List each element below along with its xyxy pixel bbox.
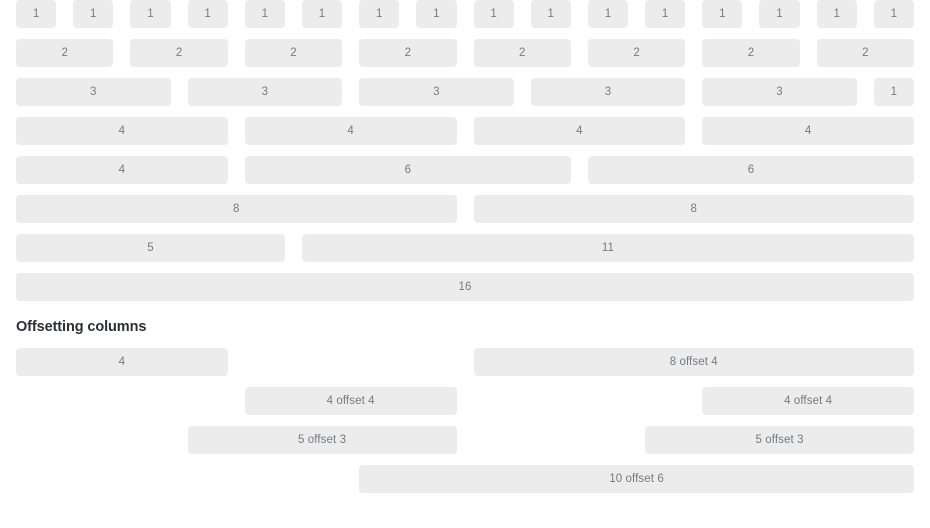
- grid-column: 2: [244, 39, 343, 67]
- grid-column: 1: [16, 0, 57, 28]
- grid-column: 2: [587, 39, 686, 67]
- offset-grid-row: 5 offset 3 5 offset 3: [16, 426, 914, 454]
- offset-grid-row: 4 8 offset 4: [16, 348, 914, 376]
- grid-row: 4444: [16, 117, 914, 145]
- grid-column: 2: [816, 39, 914, 67]
- grid-row: 88: [16, 195, 914, 223]
- grid-column: 5: [16, 234, 285, 262]
- grid-column: 8: [16, 195, 457, 223]
- grid-column: 2: [359, 39, 457, 67]
- grid-column: 6: [244, 156, 571, 184]
- grid-row: 22222222: [16, 39, 914, 67]
- grid-column: 2: [16, 39, 114, 67]
- grid-column: 1: [816, 0, 857, 28]
- offset-grid-column: 4: [16, 348, 228, 376]
- grid-column: 3: [359, 78, 514, 106]
- grid-column: 1: [359, 0, 400, 28]
- grid-column: 8: [473, 195, 914, 223]
- grid-column: 2: [473, 39, 571, 67]
- grid-column: 4: [702, 117, 914, 145]
- grid-column: 1: [759, 0, 800, 28]
- grid-column: 1: [702, 0, 743, 28]
- grid-column: 11: [301, 234, 914, 262]
- grid-column: 1: [416, 0, 457, 28]
- offsetting-columns-heading: Offsetting columns: [16, 319, 147, 335]
- offset-grid-column: 10 offset 6: [359, 465, 914, 493]
- grid-column: 4: [16, 117, 228, 145]
- grid-column: 16: [16, 273, 914, 301]
- grid-column: 1: [473, 0, 514, 28]
- offset-grid-row: 4 offset 4 4 offset 4: [16, 387, 914, 415]
- grid-column: 1: [645, 0, 686, 28]
- grid-row: 1111111111111111: [16, 0, 914, 28]
- grid-column: 1: [130, 0, 171, 28]
- grid-column: 4: [473, 117, 686, 145]
- grid-column: 1: [873, 0, 914, 28]
- grid-column: 1: [587, 0, 629, 28]
- grid-column: 1: [244, 0, 285, 28]
- grid-column: 3: [702, 78, 857, 106]
- offset-grid-column: 5 offset 3: [645, 426, 914, 454]
- grid-column: 3: [16, 78, 171, 106]
- offset-grid-column: 5 offset 3: [187, 426, 457, 454]
- grid-row: 333331: [16, 78, 914, 106]
- offset-grid-column: 4 offset 4: [702, 387, 914, 415]
- grid-column: 4: [16, 156, 228, 184]
- grid-demo-page: 1111111111111111222222223333314444466885…: [0, 0, 930, 528]
- grid-column: 2: [702, 39, 800, 67]
- basic-grid-section: 1111111111111111222222223333314444466885…: [0, 0, 930, 301]
- grid-column: 3: [530, 78, 686, 106]
- grid-column: 2: [130, 39, 228, 67]
- grid-column: 3: [187, 78, 343, 106]
- offset-grid-row: 10 offset 6: [16, 465, 914, 493]
- grid-column: 1: [73, 0, 114, 28]
- grid-column: 1: [873, 78, 914, 106]
- grid-column: 1: [187, 0, 228, 28]
- offset-grid-column: 4 offset 4: [244, 387, 457, 415]
- offset-grid-column: 8 offset 4: [473, 348, 914, 376]
- offsetting-grid-section: 4 8 offset 4 4 offset 4 4 offset 4 5 offset …: [0, 348, 930, 493]
- grid-column: 1: [301, 0, 343, 28]
- grid-column: 4: [244, 117, 457, 145]
- grid-column: 1: [530, 0, 571, 28]
- grid-column: 6: [587, 156, 914, 184]
- grid-row: 5 11: [16, 234, 914, 262]
- grid-row: 466: [16, 156, 914, 184]
- grid-row: 16: [16, 273, 914, 301]
